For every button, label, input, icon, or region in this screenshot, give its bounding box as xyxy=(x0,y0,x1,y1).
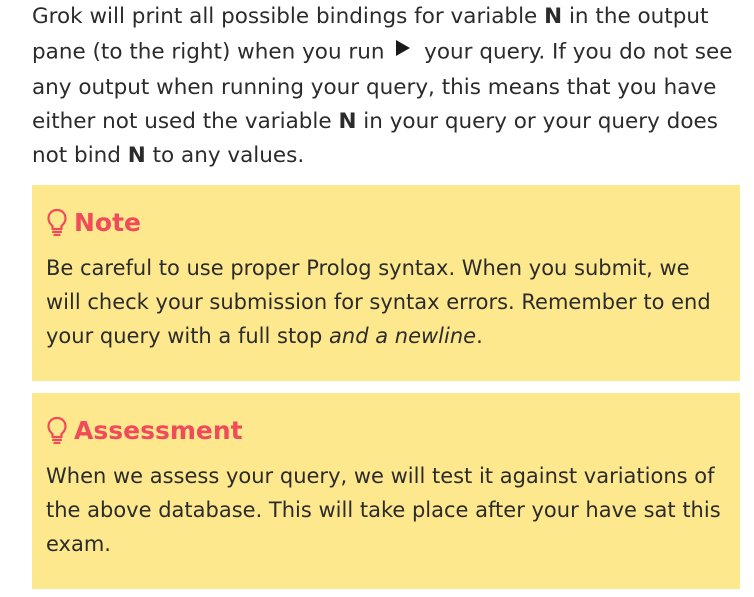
assessment-body: When we assess your query, we will test … xyxy=(46,464,721,556)
variable-n: N xyxy=(544,4,563,29)
variable-n: N xyxy=(127,143,146,168)
intro-text-1: Grok will print all possible bindings fo… xyxy=(32,4,545,29)
intro-paragraph: Grok will print all possible bindings fo… xyxy=(32,0,744,173)
note-body: Be careful to use proper Prolog syntax. … xyxy=(46,251,726,353)
assessment-title-text: Assessment xyxy=(74,415,243,445)
assessment-callout: Assessment When we assess your query, we… xyxy=(32,393,740,589)
intro-text-5: to any values. xyxy=(145,143,305,168)
lightbulb-icon xyxy=(46,208,68,237)
lightbulb-icon xyxy=(46,416,68,445)
note-body-emphasis: and a newline xyxy=(329,324,477,348)
note-callout: Note Be careful to use proper Prolog syn… xyxy=(32,185,740,381)
note-title: Note xyxy=(46,207,726,237)
note-body-end: . xyxy=(476,324,483,348)
note-title-text: Note xyxy=(74,207,142,237)
play-icon xyxy=(395,34,411,68)
assessment-title: Assessment xyxy=(46,415,726,445)
variable-n: N xyxy=(338,109,357,134)
